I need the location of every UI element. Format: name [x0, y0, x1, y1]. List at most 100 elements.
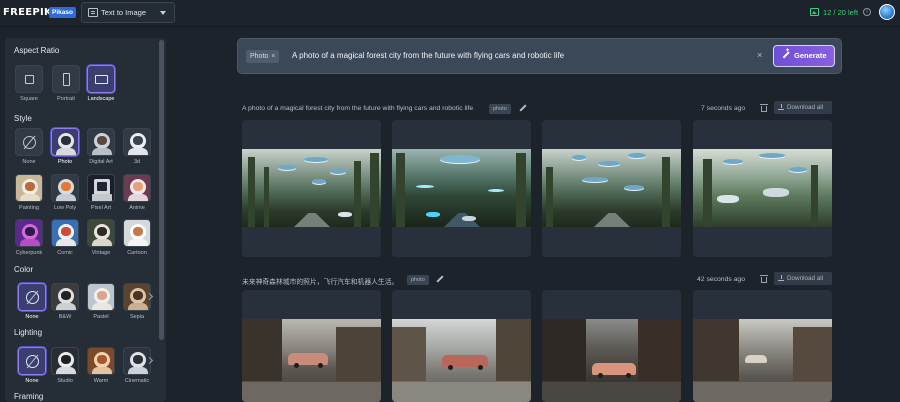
- image-card[interactable]: [242, 120, 381, 257]
- color-pastel-option[interactable]: Pastel: [87, 283, 115, 320]
- generated-image[interactable]: [693, 149, 832, 227]
- download-icon: [778, 275, 784, 281]
- generated-image[interactable]: [392, 319, 531, 402]
- aspect-square-option[interactable]: Square: [15, 65, 43, 102]
- option-label: 3d: [133, 159, 141, 165]
- color-sepia-option[interactable]: Sepia: [123, 283, 151, 320]
- option-label: Cyberpunk: [15, 250, 43, 256]
- option-label: Vintage: [91, 250, 111, 256]
- image-card[interactable]: [542, 290, 681, 402]
- generated-image[interactable]: [392, 149, 531, 227]
- style-comic-option[interactable]: Comic: [51, 219, 79, 256]
- astronaut-thumbnail: [88, 129, 114, 155]
- style-chip[interactable]: Photo ×: [246, 50, 280, 63]
- astronaut-thumbnail: [88, 220, 114, 246]
- color-bw-option[interactable]: B&W: [51, 283, 79, 320]
- astronaut-thumbnail: [88, 175, 114, 201]
- generate-label: Generate: [794, 51, 827, 60]
- option-label: Landscape: [87, 96, 115, 102]
- generated-image[interactable]: [542, 319, 681, 402]
- edit-icon[interactable]: [436, 276, 443, 283]
- color-none-option[interactable]: None: [18, 283, 46, 320]
- landscape-ratio-icon: [95, 75, 108, 84]
- style-3d-option[interactable]: 3d: [123, 128, 151, 165]
- option-label: Sepia: [129, 314, 145, 320]
- info-icon[interactable]: i: [863, 8, 871, 16]
- style-digital-art-option[interactable]: Digital Art: [87, 128, 115, 165]
- style-cyberpunk-option[interactable]: Cyberpunk: [15, 219, 43, 256]
- trash-icon[interactable]: [760, 104, 768, 112]
- astronaut-thumbnail: [124, 129, 150, 155]
- download-icon: [778, 104, 784, 110]
- image-credits-icon: [810, 8, 819, 16]
- astronaut-thumbnail: [88, 284, 114, 310]
- download-all-button[interactable]: Download all: [774, 272, 832, 285]
- image-text-icon: [88, 8, 98, 17]
- image-card[interactable]: [693, 120, 832, 257]
- option-label: Anime: [129, 205, 145, 211]
- framing-title: Framing: [14, 392, 44, 401]
- option-label: Digital Art: [89, 159, 113, 165]
- astronaut-thumbnail: [52, 220, 78, 246]
- image-card[interactable]: [392, 120, 531, 257]
- image-card[interactable]: [392, 290, 531, 402]
- style-painting-option[interactable]: Painting: [15, 174, 43, 211]
- settings-sidebar: Aspect Ratio Square Portrait Landscape S…: [5, 38, 166, 402]
- option-label: Warm: [93, 378, 109, 384]
- option-label: Comic: [57, 250, 73, 256]
- trash-icon[interactable]: [760, 275, 768, 283]
- lighting-cinematic-option[interactable]: Cinematic: [123, 347, 151, 384]
- style-low-poly-option[interactable]: Low Poly: [51, 174, 79, 211]
- astronaut-thumbnail: [16, 175, 42, 201]
- prompt-bar: Photo × A photo of a magical forest city …: [237, 38, 842, 74]
- download-all-label: Download all: [787, 104, 824, 111]
- option-label: Pastel: [93, 314, 109, 320]
- image-card[interactable]: [693, 290, 832, 402]
- lighting-studio-option[interactable]: Studio: [51, 347, 79, 384]
- astronaut-thumbnail: [88, 348, 114, 374]
- lighting-warm-option[interactable]: Warm: [87, 347, 115, 384]
- freepik-logo[interactable]: FREEPIK: [3, 7, 52, 18]
- mode-select-label: Text to Image: [101, 8, 147, 17]
- mode-select[interactable]: Text to Image: [81, 2, 175, 23]
- generation-header: 未来神奇森林城市的照片，飞行汽车和机器人生活。 photo 42 seconds…: [242, 272, 832, 287]
- style-pixel-art-option[interactable]: Pixel Art: [87, 174, 115, 211]
- option-label: Cartoon: [127, 250, 147, 256]
- sidebar-scrollbar[interactable]: [159, 40, 164, 340]
- astronaut-thumbnail: [52, 175, 78, 201]
- generated-image[interactable]: [242, 319, 381, 402]
- generated-image[interactable]: [693, 319, 832, 402]
- image-card[interactable]: [242, 290, 381, 402]
- generate-button[interactable]: Generate: [773, 45, 835, 67]
- aspect-portrait-option[interactable]: Portrait: [52, 65, 80, 102]
- user-avatar[interactable]: [879, 4, 895, 20]
- style-cartoon-option[interactable]: Cartoon: [123, 219, 151, 256]
- style-photo-option[interactable]: Photo: [51, 128, 79, 165]
- generation-prompt: 未来神奇森林城市的照片，飞行汽车和机器人生活。: [242, 279, 399, 286]
- style-anime-option[interactable]: Anime: [123, 174, 151, 211]
- option-label: Photo: [57, 159, 73, 165]
- generated-image[interactable]: [542, 149, 681, 227]
- astronaut-thumbnail: [124, 220, 150, 246]
- none-icon: [26, 355, 39, 368]
- prompt-input[interactable]: A photo of a magical forest city from th…: [292, 51, 564, 60]
- generation-header: A photo of a magical forest city from th…: [242, 101, 832, 116]
- style-vintage-option[interactable]: Vintage: [87, 219, 115, 256]
- color-title: Color: [14, 265, 34, 274]
- chip-close-icon[interactable]: ×: [271, 53, 275, 60]
- generation-prompt: A photo of a magical forest city from th…: [242, 105, 474, 112]
- style-none-option[interactable]: None: [15, 128, 43, 165]
- download-all-label: Download all: [787, 275, 824, 282]
- portrait-ratio-icon: [63, 73, 70, 86]
- aspect-landscape-option[interactable]: Landscape: [87, 65, 115, 102]
- image-card[interactable]: [542, 120, 681, 257]
- option-label: Studio: [57, 378, 73, 384]
- pikaso-badge: Pikaso: [49, 7, 76, 18]
- lighting-none-option[interactable]: None: [18, 347, 46, 384]
- option-label: Low Poly: [53, 205, 77, 211]
- download-all-button[interactable]: Download all: [774, 101, 832, 114]
- edit-icon[interactable]: [519, 105, 526, 112]
- generated-image[interactable]: [242, 149, 381, 227]
- option-label: None: [22, 159, 36, 165]
- clear-prompt-icon[interactable]: ×: [757, 50, 762, 60]
